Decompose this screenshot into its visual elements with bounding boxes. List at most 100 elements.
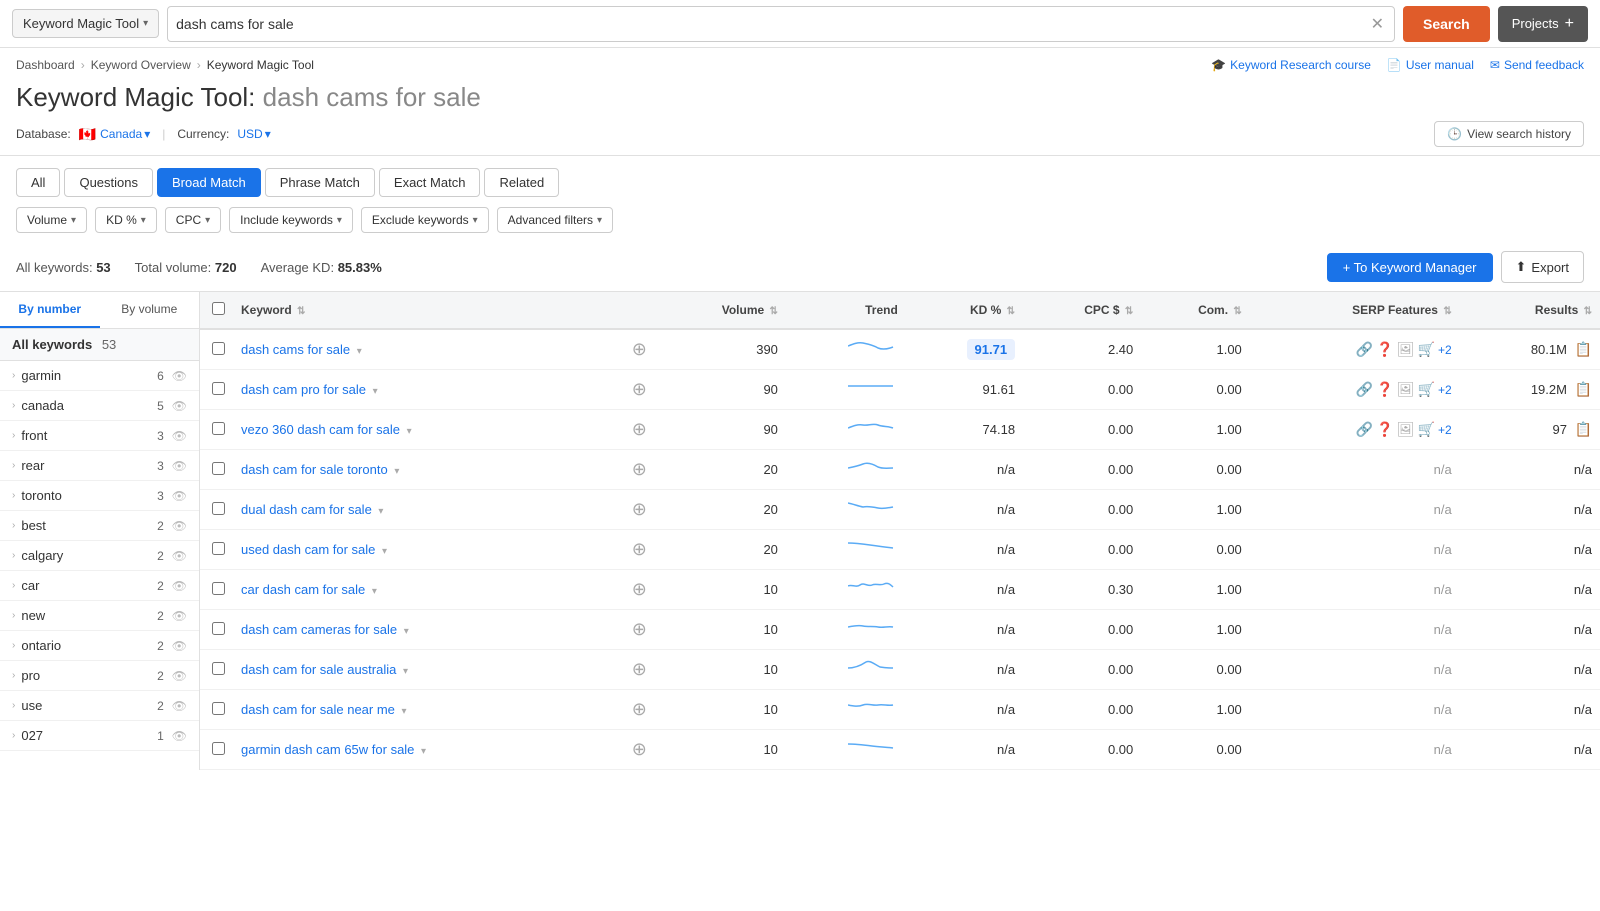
keyword-expand-icon[interactable]: ▾	[402, 706, 407, 717]
add-to-list-icon[interactable]: ⊕	[632, 419, 647, 440]
clear-icon[interactable]: ✕	[1369, 12, 1386, 36]
row-checkbox[interactable]	[212, 582, 225, 595]
tool-selector[interactable]: Keyword Magic Tool ▾	[12, 9, 159, 38]
eye-icon[interactable]: 👁	[172, 519, 187, 533]
tab-broad-match[interactable]: Broad Match	[157, 168, 261, 197]
row-checkbox[interactable]	[212, 622, 225, 635]
row-checkbox[interactable]	[212, 702, 225, 715]
to-keyword-manager-button[interactable]: + To Keyword Manager	[1327, 253, 1493, 282]
keyword-expand-icon[interactable]: ▾	[378, 506, 383, 517]
add-to-list-icon[interactable]: ⊕	[632, 619, 647, 640]
keyword-expand-icon[interactable]: ▾	[421, 746, 426, 757]
sidebar-item-pro[interactable]: › pro 2 👁	[0, 661, 199, 691]
search-button[interactable]: Search	[1403, 6, 1490, 42]
eye-icon[interactable]: 👁	[172, 669, 187, 683]
sidebar-item-027[interactable]: › 027 1 👁	[0, 721, 199, 751]
eye-icon[interactable]: 👁	[172, 729, 187, 743]
add-to-list-icon[interactable]: ⊕	[632, 699, 647, 720]
keyword-expand-icon[interactable]: ▾	[382, 546, 387, 557]
keyword-expand-icon[interactable]: ▾	[372, 586, 377, 597]
serp-col-header[interactable]: SERP Features ⇅	[1250, 292, 1460, 329]
eye-icon[interactable]: 👁	[172, 579, 187, 593]
row-checkbox[interactable]	[212, 742, 225, 755]
add-to-list-icon[interactable]: ⊕	[632, 539, 647, 560]
row-checkbox[interactable]	[212, 422, 225, 435]
sidebar-item-best[interactable]: › best 2 👁	[0, 511, 199, 541]
row-checkbox[interactable]	[212, 342, 225, 355]
keyword-research-course-link[interactable]: 🎓 Keyword Research course	[1211, 58, 1371, 72]
add-to-list-icon[interactable]: ⊕	[632, 739, 647, 760]
keyword-expand-icon[interactable]: ▾	[373, 386, 378, 397]
sidebar-item-car[interactable]: › car 2 👁	[0, 571, 199, 601]
results-col-header[interactable]: Results ⇅	[1460, 292, 1600, 329]
eye-icon[interactable]: 👁	[172, 459, 187, 473]
send-feedback-link[interactable]: ✉ Send feedback	[1490, 58, 1584, 72]
add-to-list-icon[interactable]: ⊕	[632, 339, 647, 360]
add-to-list-icon[interactable]: ⊕	[632, 459, 647, 480]
results-detail-icon[interactable]: 📋	[1575, 341, 1592, 357]
add-to-list-icon[interactable]: ⊕	[632, 499, 647, 520]
kd-col-header[interactable]: KD % ⇅	[906, 292, 1023, 329]
keyword-link[interactable]: dual dash cam for sale	[241, 502, 372, 517]
keyword-link[interactable]: dash cam cameras for sale	[241, 622, 397, 637]
eye-icon[interactable]: 👁	[172, 429, 187, 443]
keyword-link[interactable]: vezo 360 dash cam for sale	[241, 422, 400, 437]
sidebar-item-new[interactable]: › new 2 👁	[0, 601, 199, 631]
view-search-history-button[interactable]: 🕒 View search history	[1434, 121, 1584, 147]
filter-advanced-filters[interactable]: Advanced filters▾	[497, 207, 613, 233]
keyword-expand-icon[interactable]: ▾	[407, 426, 412, 437]
add-to-list-icon[interactable]: ⊕	[632, 379, 647, 400]
add-to-list-icon[interactable]: ⊕	[632, 659, 647, 680]
tab-related[interactable]: Related	[484, 168, 559, 197]
keyword-link[interactable]: garmin dash cam 65w for sale	[241, 742, 414, 757]
keyword-link[interactable]: used dash cam for sale	[241, 542, 375, 557]
keyword-link[interactable]: dash cam for sale toronto	[241, 462, 388, 477]
keyword-link[interactable]: dash cams for sale	[241, 342, 350, 357]
sidebar-item-garmin[interactable]: › garmin 6 👁	[0, 361, 199, 391]
keyword-link[interactable]: dash cam for sale australia	[241, 662, 396, 677]
tab-all[interactable]: All	[16, 168, 60, 197]
filter-cpc[interactable]: CPC▾	[165, 207, 221, 233]
eye-icon[interactable]: 👁	[172, 369, 187, 383]
eye-icon[interactable]: 👁	[172, 699, 187, 713]
select-all-checkbox[interactable]	[212, 302, 225, 315]
eye-icon[interactable]: 👁	[172, 609, 187, 623]
tab-phrase-match[interactable]: Phrase Match	[265, 168, 375, 197]
keyword-link[interactable]: dash cam pro for sale	[241, 382, 366, 397]
results-detail-icon[interactable]: 📋	[1575, 381, 1592, 397]
sidebar-tab-by-volume[interactable]: By volume	[100, 292, 200, 328]
sidebar-item-calgary[interactable]: › calgary 2 👁	[0, 541, 199, 571]
sidebar-item-use[interactable]: › use 2 👁	[0, 691, 199, 721]
export-button[interactable]: ⬆ Export	[1501, 251, 1584, 283]
sidebar-item-rear[interactable]: › rear 3 👁	[0, 451, 199, 481]
sidebar-item-ontario[interactable]: › ontario 2 👁	[0, 631, 199, 661]
filter-include-keywords[interactable]: Include keywords▾	[229, 207, 353, 233]
keyword-expand-icon[interactable]: ▾	[394, 466, 399, 477]
search-input[interactable]	[176, 16, 1368, 32]
eye-icon[interactable]: 👁	[172, 489, 187, 503]
sidebar-item-front[interactable]: › front 3 👁	[0, 421, 199, 451]
sidebar-item-canada[interactable]: › canada 5 👁	[0, 391, 199, 421]
volume-col-header[interactable]: Volume ⇅	[655, 292, 786, 329]
keyword-expand-icon[interactable]: ▾	[404, 626, 409, 637]
database-dropdown[interactable]: Canada ▾	[100, 127, 150, 141]
currency-dropdown[interactable]: USD ▾	[237, 127, 270, 141]
row-checkbox[interactable]	[212, 662, 225, 675]
eye-icon[interactable]: 👁	[172, 549, 187, 563]
results-detail-icon[interactable]: 📋	[1575, 421, 1592, 437]
row-checkbox[interactable]	[212, 462, 225, 475]
filter-volume[interactable]: Volume▾	[16, 207, 87, 233]
row-checkbox[interactable]	[212, 382, 225, 395]
sidebar-item-toronto[interactable]: › toronto 3 👁	[0, 481, 199, 511]
row-checkbox[interactable]	[212, 542, 225, 555]
projects-button[interactable]: Projects +	[1498, 6, 1588, 42]
com-col-header[interactable]: Com. ⇅	[1141, 292, 1250, 329]
tab-questions[interactable]: Questions	[64, 168, 153, 197]
filter-exclude-keywords[interactable]: Exclude keywords▾	[361, 207, 489, 233]
keyword-expand-icon[interactable]: ▾	[357, 346, 362, 357]
keyword-col-header[interactable]: Keyword ⇅	[233, 292, 598, 329]
row-checkbox[interactable]	[212, 502, 225, 515]
keyword-expand-icon[interactable]: ▾	[403, 666, 408, 677]
breadcrumb-dashboard[interactable]: Dashboard	[16, 58, 75, 72]
cpc-col-header[interactable]: CPC $ ⇅	[1023, 292, 1141, 329]
